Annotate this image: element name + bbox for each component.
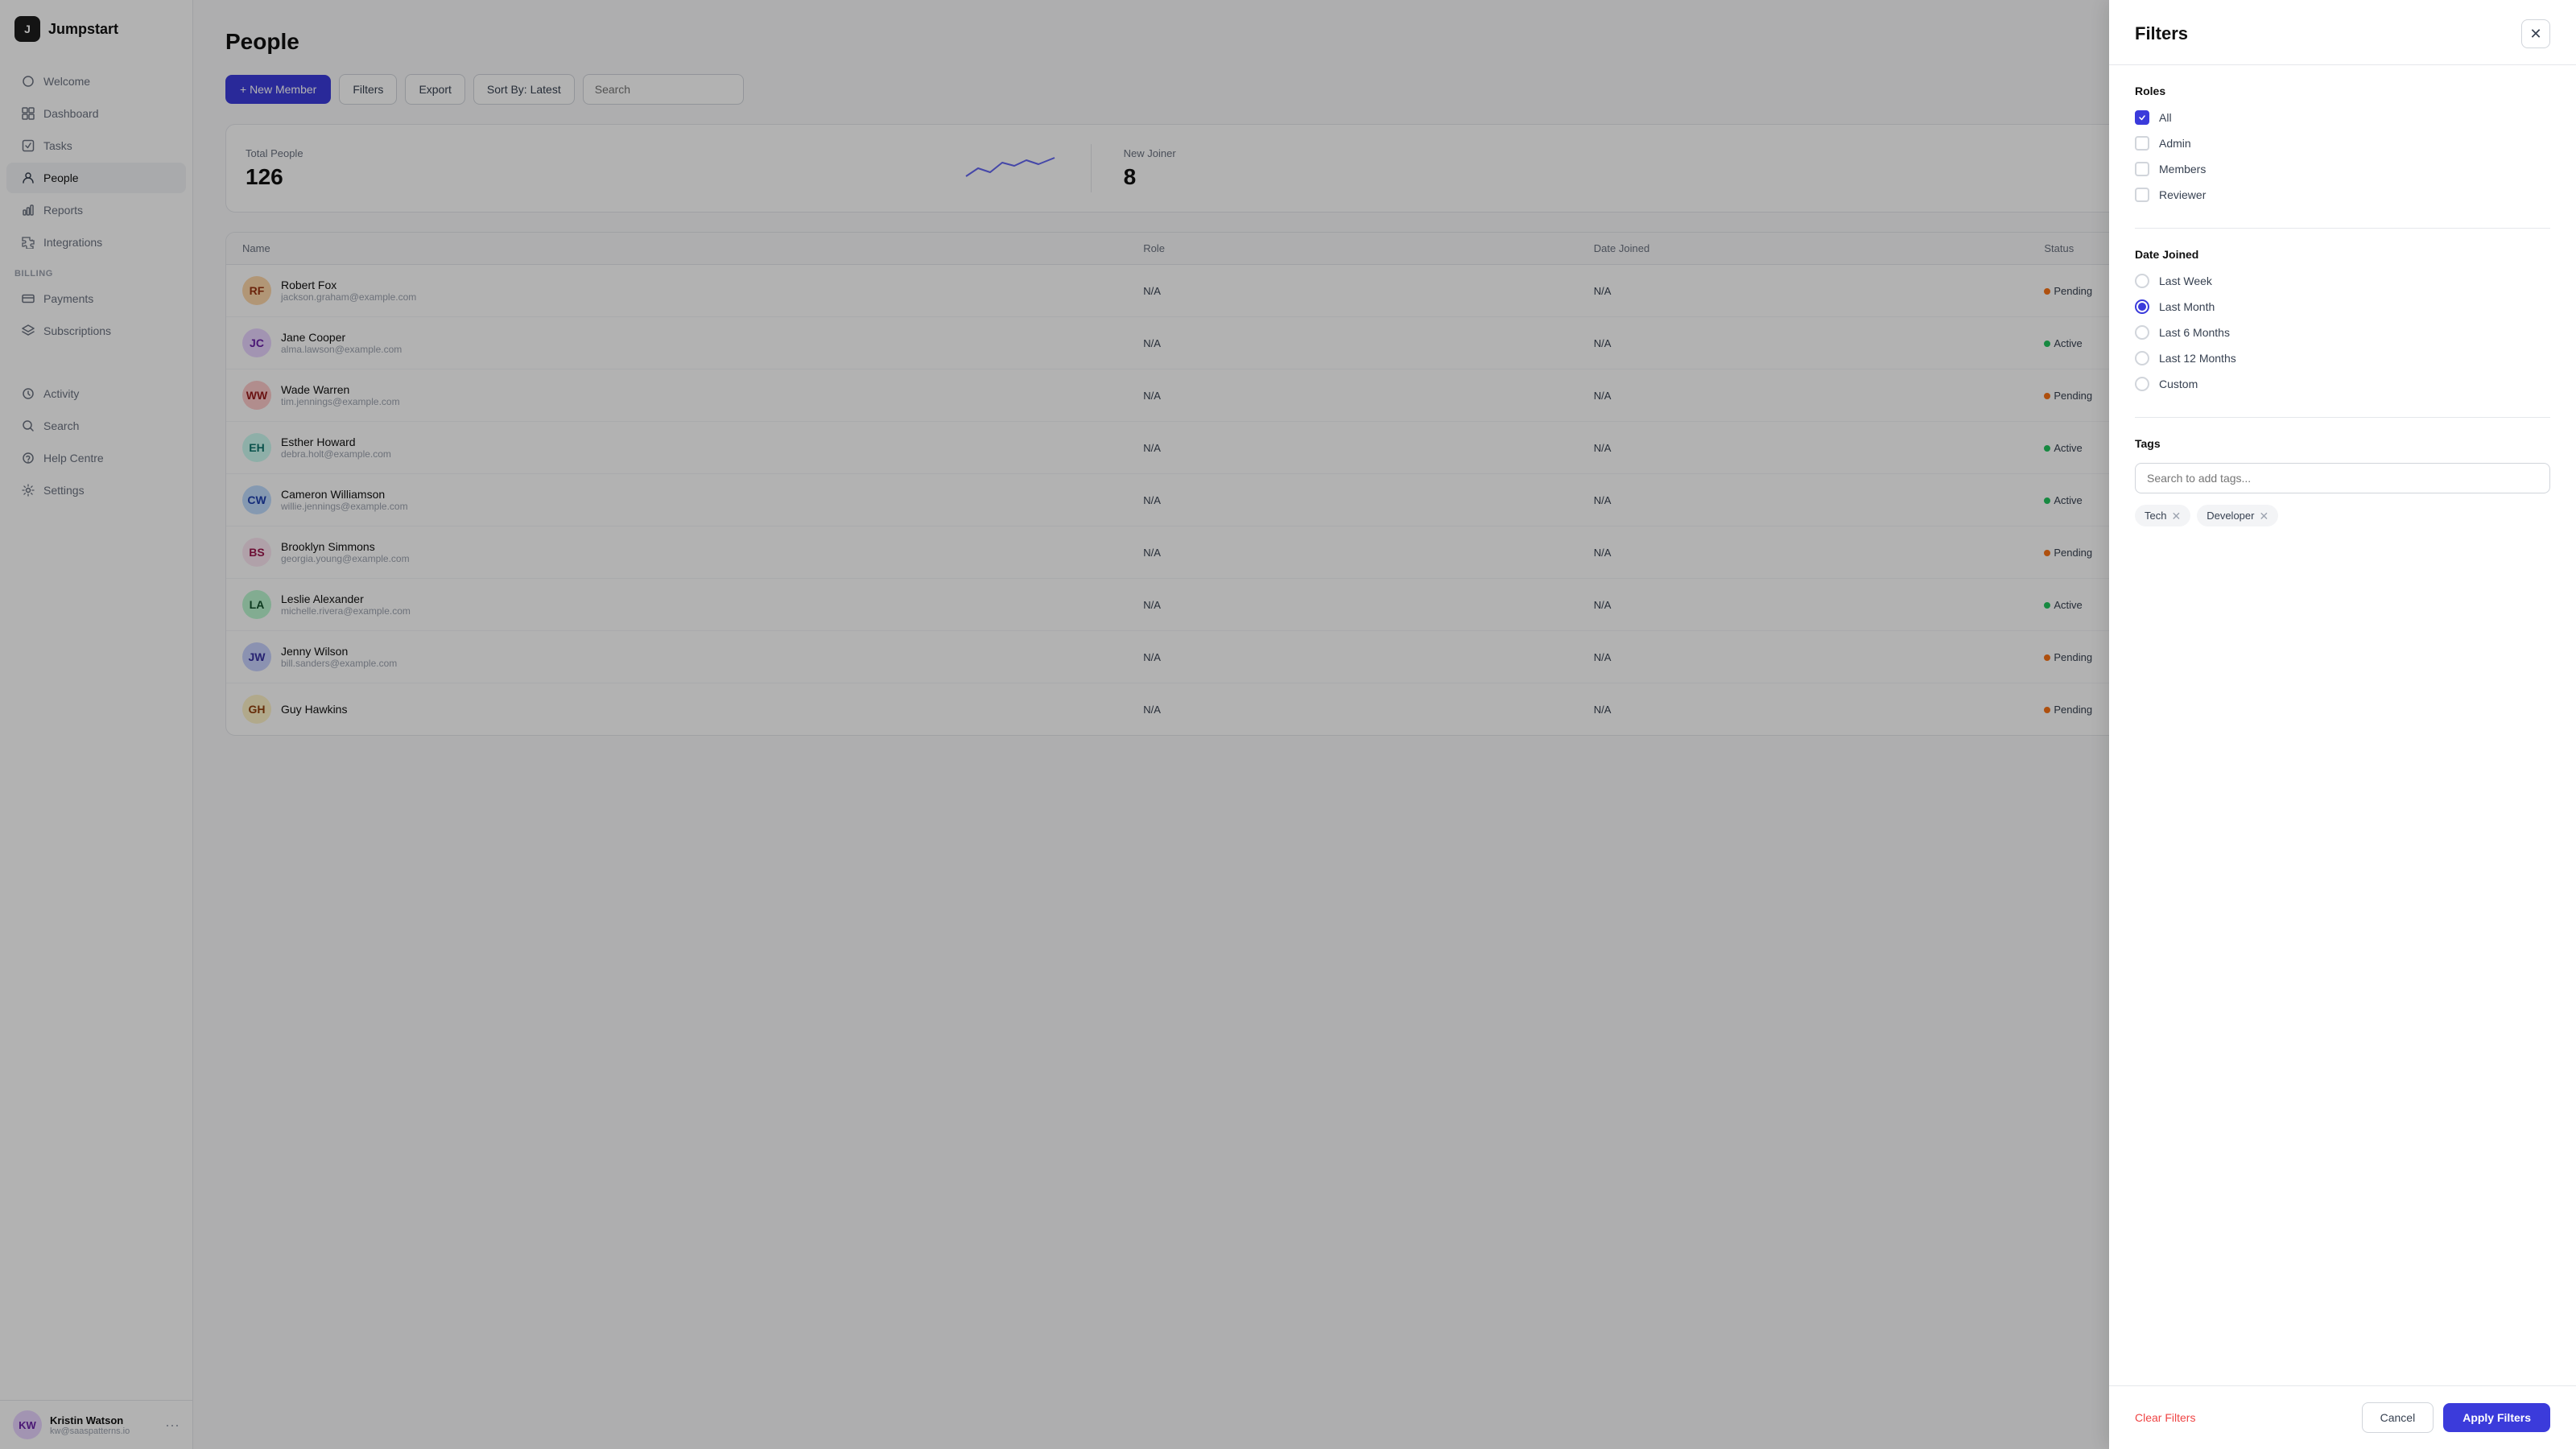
filter-header: Filters ✕ [2109, 0, 2576, 65]
role-option-members[interactable]: Members [2135, 162, 2550, 176]
tag-remove-developer[interactable]: ✕ [2259, 510, 2268, 522]
tag-chip-tech: Tech ✕ [2135, 505, 2190, 526]
close-icon: ✕ [2529, 26, 2541, 43]
tags-section: Tags Tech ✕ Developer ✕ [2135, 437, 2550, 526]
date-custom-label: Custom [2159, 378, 2198, 390]
section-divider [2135, 228, 2550, 229]
role-option-reviewer[interactable]: Reviewer [2135, 188, 2550, 202]
date-option-custom[interactable]: Custom [2135, 377, 2550, 391]
tags-title: Tags [2135, 437, 2550, 450]
date-title: Date Joined [2135, 248, 2550, 261]
roles-section: Roles All Admin Members Reviewer [2135, 85, 2550, 202]
radio-custom [2135, 377, 2149, 391]
tag-remove-tech[interactable]: ✕ [2171, 510, 2181, 522]
date-last-12-months-label: Last 12 Months [2159, 352, 2236, 365]
radio-last-12-months [2135, 351, 2149, 365]
tag-label-developer: Developer [2207, 510, 2254, 522]
radio-last-6-months [2135, 325, 2149, 340]
section-divider-2 [2135, 417, 2550, 418]
filter-footer: Clear Filters Cancel Apply Filters [2109, 1385, 2576, 1449]
roles-title: Roles [2135, 85, 2550, 97]
clear-filters-button[interactable]: Clear Filters [2135, 1411, 2195, 1424]
role-option-all[interactable]: All [2135, 110, 2550, 125]
checkbox-all [2135, 110, 2149, 125]
filter-panel: Filters ✕ Roles All Admin Members [2109, 0, 2576, 1449]
filter-body: Roles All Admin Members Reviewer [2109, 65, 2576, 1385]
date-option-last-week[interactable]: Last Week [2135, 274, 2550, 288]
cancel-button[interactable]: Cancel [2362, 1402, 2434, 1433]
date-last-month-label: Last Month [2159, 300, 2215, 313]
checkbox-reviewer [2135, 188, 2149, 202]
radio-last-month [2135, 299, 2149, 314]
checkbox-admin [2135, 136, 2149, 151]
role-option-admin[interactable]: Admin [2135, 136, 2550, 151]
role-admin-label: Admin [2159, 137, 2191, 150]
tag-label-tech: Tech [2145, 510, 2166, 522]
checkbox-members [2135, 162, 2149, 176]
tag-chip-developer: Developer ✕ [2197, 505, 2278, 526]
date-option-last-6-months[interactable]: Last 6 Months [2135, 325, 2550, 340]
role-all-label: All [2159, 111, 2172, 124]
date-last-6-months-label: Last 6 Months [2159, 326, 2230, 339]
tags-row: Tech ✕ Developer ✕ [2135, 505, 2550, 526]
date-option-last-12-months[interactable]: Last 12 Months [2135, 351, 2550, 365]
date-section: Date Joined Last Week Last Month Last 6 … [2135, 248, 2550, 391]
filter-title: Filters [2135, 23, 2188, 44]
date-option-last-month[interactable]: Last Month [2135, 299, 2550, 314]
role-members-label: Members [2159, 163, 2206, 175]
close-filter-button[interactable]: ✕ [2521, 19, 2550, 48]
apply-filters-button[interactable]: Apply Filters [2443, 1403, 2550, 1432]
date-last-week-label: Last Week [2159, 275, 2212, 287]
radio-last-week [2135, 274, 2149, 288]
role-reviewer-label: Reviewer [2159, 188, 2206, 201]
tags-search-input[interactable] [2135, 463, 2550, 493]
